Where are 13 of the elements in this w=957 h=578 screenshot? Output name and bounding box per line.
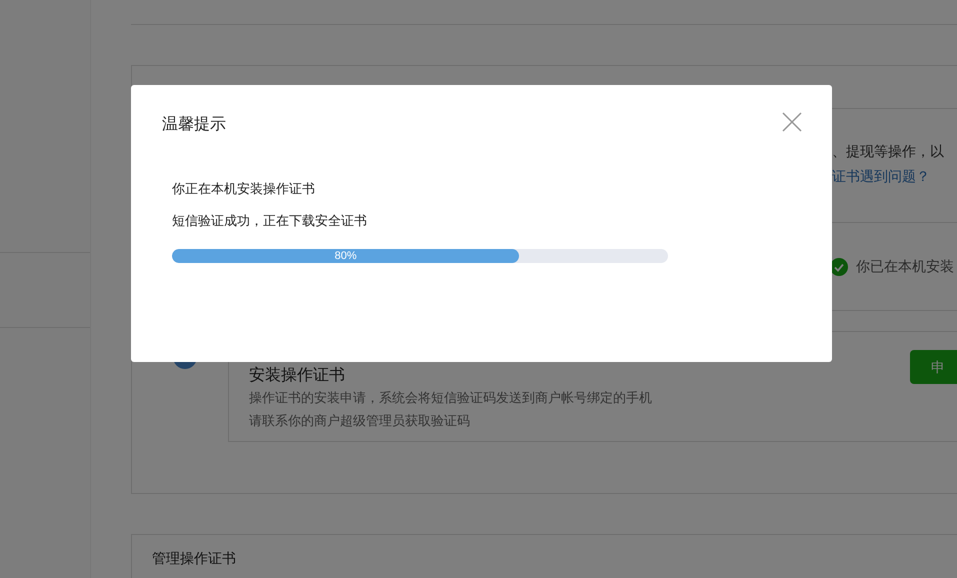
step-description: 请联系你的商户超级管理员获取验证码 (249, 412, 471, 430)
help-link[interactable]: 证书遇到问题？ (832, 166, 957, 187)
section-title: 管理操作证书 (152, 550, 236, 566)
dialog-message: 你正在本机安装操作证书 (172, 180, 316, 198)
step-description: 操作证书的安装申请，系统会将短信验证码发送到商户帐号绑定的手机 (249, 389, 653, 407)
step-title: 安装操作证书 (249, 366, 346, 386)
close-icon[interactable] (782, 112, 802, 132)
apply-button[interactable]: 申 (910, 350, 957, 384)
dialog-title: 温馨提示 (162, 114, 226, 135)
dialog-message: 短信验证成功，正在下载安全证书 (172, 212, 368, 230)
description-text: 、提现等操作，以 (832, 142, 945, 161)
progress-label: 80% (334, 250, 357, 262)
status-text: 你已在本机安装 (856, 257, 954, 276)
